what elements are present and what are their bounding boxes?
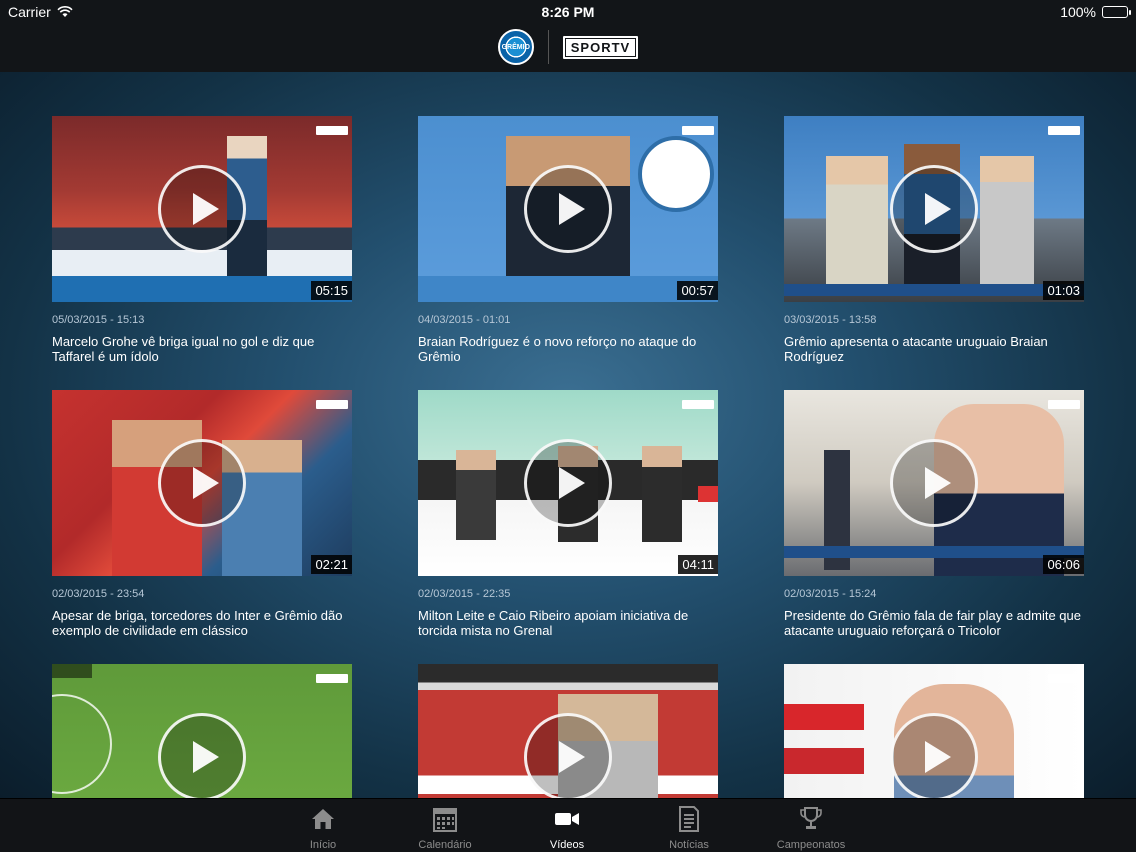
tab-campeonatos[interactable]: Campeonatos bbox=[766, 805, 856, 851]
battery-percent: 100% bbox=[1060, 4, 1096, 20]
play-icon[interactable] bbox=[524, 713, 612, 798]
sportv-badge bbox=[1048, 126, 1080, 135]
play-icon[interactable] bbox=[890, 713, 978, 798]
play-icon[interactable] bbox=[890, 165, 978, 253]
video-date: 05/03/2015 - 15:13 bbox=[52, 314, 145, 326]
video-thumbnail[interactable]: 05:15 bbox=[52, 116, 352, 302]
calendar-icon bbox=[433, 808, 457, 832]
sportv-badge bbox=[316, 674, 348, 683]
tab-noticias[interactable]: Notícias bbox=[644, 805, 734, 851]
video-duration: 05:15 bbox=[311, 281, 352, 300]
club-logo-text: GRÊMIO bbox=[501, 43, 530, 51]
sportv-badge bbox=[1048, 674, 1080, 683]
tab-videos[interactable]: Vídeos bbox=[522, 805, 612, 851]
video-card[interactable] bbox=[418, 664, 718, 798]
tab-label: Início bbox=[309, 839, 337, 851]
video-title[interactable]: Grêmio apresenta o atacante uruguaio Bra… bbox=[784, 334, 1084, 364]
header-logos: GRÊMIO SPORTV bbox=[0, 28, 1136, 66]
video-title[interactable]: Presidente do Grêmio fala de fair play e… bbox=[784, 608, 1084, 638]
newspaper-icon bbox=[679, 806, 699, 832]
video-duration: 00:57 bbox=[677, 281, 718, 300]
video-duration: 02:21 bbox=[311, 555, 352, 574]
video-date: 02/03/2015 - 15:24 bbox=[784, 588, 877, 600]
battery-icon bbox=[1102, 6, 1131, 18]
video-card[interactable]: 01:03 03/03/2015 - 13:58 Grêmio apresent… bbox=[784, 116, 1084, 364]
play-icon[interactable] bbox=[158, 439, 246, 527]
video-date: 02/03/2015 - 22:35 bbox=[418, 588, 511, 600]
video-duration: 06:06 bbox=[1043, 555, 1084, 574]
home-icon bbox=[312, 809, 334, 829]
sportv-badge bbox=[1048, 400, 1080, 409]
video-thumbnail[interactable]: 01:03 bbox=[784, 116, 1084, 302]
video-card[interactable]: 02:21 02/03/2015 - 23:54 Apesar de briga… bbox=[52, 390, 352, 638]
sportv-badge bbox=[682, 126, 714, 135]
status-bar: Carrier 8:26 PM 100% bbox=[0, 0, 1136, 24]
play-icon[interactable] bbox=[158, 713, 246, 798]
video-card[interactable] bbox=[52, 664, 352, 798]
video-card[interactable]: 04:11 02/03/2015 - 22:35 Milton Leite e … bbox=[418, 390, 718, 638]
video-grid: 05:15 05/03/2015 - 15:13 Marcelo Grohe v… bbox=[0, 72, 1136, 798]
video-date: 04/03/2015 - 01:01 bbox=[418, 314, 511, 326]
clock: 8:26 PM bbox=[541, 4, 595, 20]
video-camera-icon bbox=[555, 813, 579, 825]
video-date: 02/03/2015 - 23:54 bbox=[52, 588, 145, 600]
video-date: 03/03/2015 - 13:58 bbox=[784, 314, 877, 326]
tab-calendario[interactable]: Calendário bbox=[400, 805, 490, 851]
tab-inicio[interactable]: Início bbox=[278, 805, 368, 851]
tab-label: Campeonatos bbox=[776, 839, 846, 851]
video-thumbnail[interactable]: 06:06 bbox=[784, 390, 1084, 576]
logo-divider bbox=[547, 30, 549, 64]
sportv-badge bbox=[682, 400, 714, 409]
video-title[interactable]: Apesar de briga, torcedores do Inter e G… bbox=[52, 608, 352, 638]
tab-bar: Início Calendário Vídeos Notícias Campeo… bbox=[0, 798, 1136, 852]
play-icon[interactable] bbox=[524, 165, 612, 253]
video-thumbnail[interactable]: 02:21 bbox=[52, 390, 352, 576]
video-title[interactable]: Braian Rodríguez é o novo reforço no ata… bbox=[418, 334, 718, 364]
video-thumbnail[interactable] bbox=[784, 664, 1084, 798]
sportv-badge bbox=[316, 126, 348, 135]
video-thumbnail[interactable]: 00:57 bbox=[418, 116, 718, 302]
tab-label: Notícias bbox=[669, 839, 709, 851]
battery-indicator: 100% bbox=[1060, 4, 1131, 20]
club-logo: GRÊMIO bbox=[497, 29, 534, 65]
trophy-icon bbox=[800, 807, 822, 829]
video-title[interactable]: Milton Leite e Caio Ribeiro apoiam inici… bbox=[418, 608, 718, 638]
video-thumbnail[interactable] bbox=[418, 664, 718, 798]
video-card[interactable] bbox=[784, 664, 1084, 798]
tab-label: Vídeos bbox=[549, 839, 585, 851]
video-duration: 04:11 bbox=[678, 555, 718, 574]
video-thumbnail[interactable] bbox=[52, 664, 352, 798]
play-icon[interactable] bbox=[524, 439, 612, 527]
top-bar: Carrier 8:26 PM 100% GRÊMIO SPORTV bbox=[0, 0, 1136, 72]
play-icon[interactable] bbox=[890, 439, 978, 527]
video-thumbnail[interactable]: 04:11 bbox=[418, 390, 718, 576]
video-card[interactable]: 06:06 02/03/2015 - 15:24 Presidente do G… bbox=[784, 390, 1084, 638]
video-card[interactable]: 00:57 04/03/2015 - 01:01 Braian Rodrígue… bbox=[418, 116, 718, 364]
video-duration: 01:03 bbox=[1043, 281, 1084, 300]
tab-label: Calendário bbox=[418, 839, 472, 851]
channel-logo: SPORTV bbox=[562, 35, 639, 59]
video-card[interactable]: 05:15 05/03/2015 - 15:13 Marcelo Grohe v… bbox=[52, 116, 352, 364]
play-icon[interactable] bbox=[158, 165, 246, 253]
video-title[interactable]: Marcelo Grohe vê briga igual no gol e di… bbox=[52, 334, 352, 364]
sportv-badge bbox=[316, 400, 348, 409]
